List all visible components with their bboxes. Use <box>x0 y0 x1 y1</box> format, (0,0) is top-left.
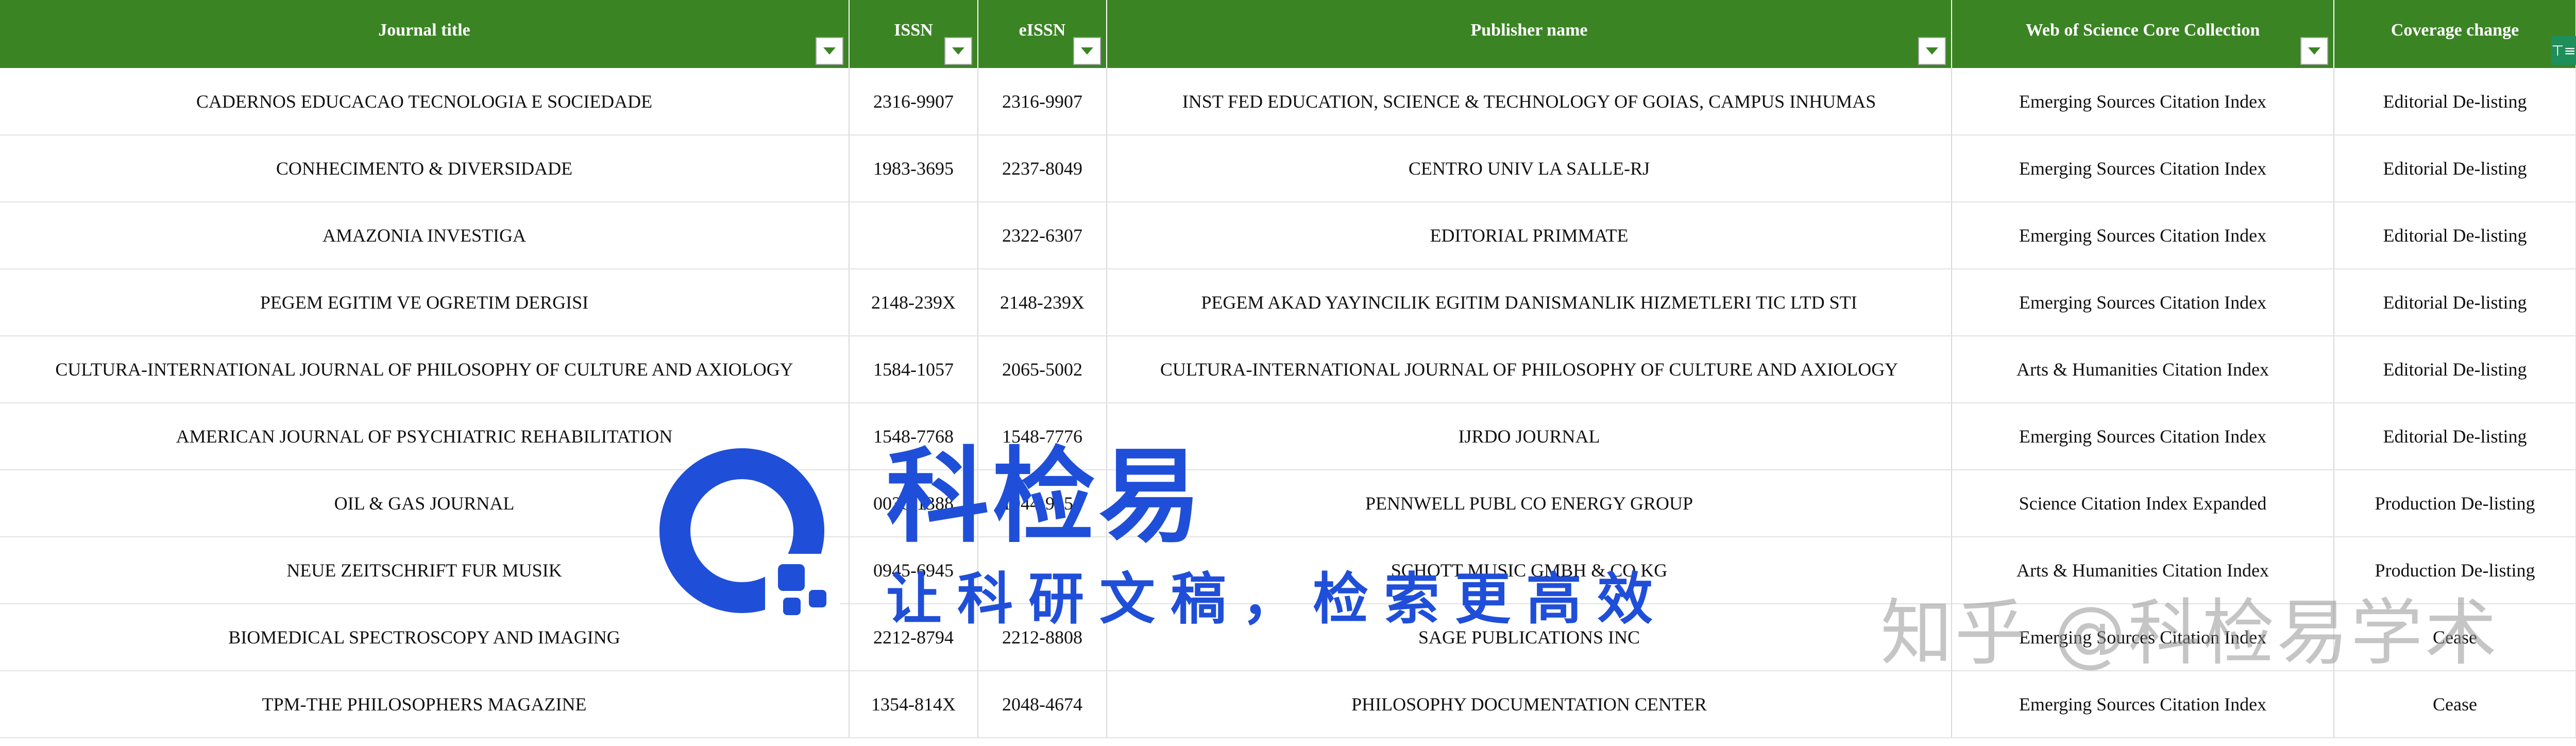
column-header-label: Publisher name <box>1470 21 1588 40</box>
cell-issn[interactable]: 1983-3695 <box>849 135 978 202</box>
cell-wos-core-collection[interactable]: Emerging Sources Citation Index <box>1952 135 2334 202</box>
cell-wos-core-collection[interactable]: Science Citation Index Expanded <box>1952 470 2334 537</box>
header-row: Journal title ISSN eISSN Publisher name Web … <box>0 0 2576 68</box>
cell-wos-core-collection[interactable]: Emerging Sources Citation Index <box>1952 269 2334 336</box>
watermark-brand: 科检易 <box>886 437 1205 557</box>
watermark-zhihu: 知乎 @科检易学术 <box>1880 591 2499 675</box>
cell-publisher-name[interactable]: PENNWELL PUBL CO ENERGY GROUP <box>1107 470 1952 537</box>
cell-journal-title[interactable]: CONHECIMENTO & DIVERSIDADE <box>0 135 850 202</box>
cell-eissn[interactable]: 2316-9907 <box>978 68 1107 135</box>
cell-issn[interactable]: 1354-814X <box>849 671 978 738</box>
cell-eissn[interactable]: 2048-4674 <box>978 671 1107 738</box>
column-header-label: Journal title <box>378 21 470 40</box>
column-header-label: ISSN <box>894 21 933 40</box>
dropdown-triangle-icon <box>952 47 964 55</box>
cell-coverage-change[interactable]: Production De-listing <box>2334 470 2576 537</box>
cell-journal-title[interactable]: CULTURA-INTERNATIONAL JOURNAL OF PHILOSO… <box>0 336 850 403</box>
cell-issn[interactable] <box>849 202 978 269</box>
cell-publisher-name[interactable]: EDITORIAL PRIMMATE <box>1107 202 1952 269</box>
cell-issn[interactable]: 1584-1057 <box>849 336 978 403</box>
column-header-wos-core-collection: Web of Science Core Collection <box>1952 0 2334 68</box>
dropdown-triangle-icon <box>2308 47 2320 55</box>
cell-publisher-name[interactable]: IJRDO JOURNAL <box>1107 403 1952 470</box>
cell-publisher-name[interactable]: PHILOSOPHY DOCUMENTATION CENTER <box>1107 671 1952 738</box>
column-header-label: eISSN <box>1019 21 1066 40</box>
cell-eissn[interactable]: 2148-239X <box>978 269 1107 336</box>
filter-dropdown-button[interactable] <box>1918 37 1946 65</box>
cell-wos-core-collection[interactable]: Arts & Humanities Citation Index <box>1952 336 2334 403</box>
cell-coverage-change[interactable]: Editorial De-listing <box>2334 403 2576 470</box>
cell-coverage-change[interactable]: Editorial De-listing <box>2334 336 2576 403</box>
keijianyi-logo-icon <box>659 448 840 629</box>
dropdown-triangle-icon <box>823 47 836 55</box>
cell-journal-title[interactable]: PEGEM EGITIM VE OGRETIM DERGISI <box>0 269 850 336</box>
filter-dropdown-button[interactable] <box>944 37 972 65</box>
watermark-slogan: 让科研文稿，检索更高效 <box>886 567 1669 632</box>
table-row: CULTURA-INTERNATIONAL JOURNAL OF PHILOSO… <box>0 336 2576 403</box>
cell-wos-core-collection[interactable]: Emerging Sources Citation Index <box>1952 68 2334 135</box>
cell-coverage-change[interactable]: Editorial De-listing <box>2334 68 2576 135</box>
cell-coverage-change[interactable]: Editorial De-listing <box>2334 135 2576 202</box>
filter-dropdown-button[interactable] <box>816 37 843 65</box>
cell-publisher-name[interactable]: CENTRO UNIV LA SALLE-RJ <box>1107 135 1952 202</box>
table-row: OIL & GAS JOURNAL 0030-1388 1944-9151 PENNW… <box>0 470 2576 537</box>
filter-dropdown-button[interactable] <box>1073 37 1101 65</box>
cell-coverage-change[interactable]: Cease <box>2334 671 2576 738</box>
cell-journal-title[interactable]: TPM-THE PHILOSOPHERS MAGAZINE <box>0 671 850 738</box>
cell-eissn[interactable]: 2065-5002 <box>978 336 1107 403</box>
cell-issn[interactable]: 2148-239X <box>849 269 978 336</box>
table-row: AMAZONIA INVESTIGA 2322-6307 EDITORIAL PRI… <box>0 202 2576 269</box>
table-row: PEGEM EGITIM VE OGRETIM DERGISI 2148-239X… <box>0 269 2576 336</box>
column-header-eissn: eISSN <box>978 0 1107 68</box>
cell-journal-title[interactable]: CADERNOS EDUCACAO TECNOLOGIA E SOCIEDADE <box>0 68 850 135</box>
table-row: CONHECIMENTO & DIVERSIDADE 1983-3695 2237-… <box>0 135 2576 202</box>
dropdown-triangle-icon <box>1081 47 1093 55</box>
filter-dropdown-button[interactable] <box>2300 37 2328 65</box>
column-header-coverage-change: Coverage change <box>2334 0 2576 68</box>
cell-eissn[interactable]: 2322-6307 <box>978 202 1107 269</box>
cell-journal-title[interactable]: AMAZONIA INVESTIGA <box>0 202 850 269</box>
cell-publisher-name[interactable]: INST FED EDUCATION, SCIENCE & TECHNOLOGY… <box>1107 68 1952 135</box>
cell-wos-core-collection[interactable]: Emerging Sources Citation Index <box>1952 403 2334 470</box>
cell-coverage-change[interactable]: Editorial De-listing <box>2334 269 2576 336</box>
table-row: CADERNOS EDUCACAO TECNOLOGIA E SOCIEDADE… <box>0 68 2576 135</box>
cell-coverage-change[interactable]: Editorial De-listing <box>2334 202 2576 269</box>
cell-issn[interactable]: 2316-9907 <box>849 68 978 135</box>
filter-active-icon[interactable]: ⊤≡ <box>2551 36 2576 65</box>
cell-wos-core-collection[interactable]: Emerging Sources Citation Index <box>1952 202 2334 269</box>
dropdown-triangle-icon <box>1926 47 1938 55</box>
table-row: AMERICAN JOURNAL OF PSYCHIATRIC REHABILI… <box>0 403 2576 470</box>
table-row: TPM-THE PHILOSOPHERS MAGAZINE 1354-814X 20… <box>0 671 2576 738</box>
column-header-issn: ISSN <box>849 0 978 68</box>
cell-publisher-name[interactable]: PEGEM AKAD YAYINCILIK EGITIM DANISMANLIK… <box>1107 269 1952 336</box>
column-header-publisher-name: Publisher name <box>1107 0 1952 68</box>
column-header-label: Coverage change <box>2391 21 2519 40</box>
column-header-label: Web of Science Core Collection <box>2025 21 2260 40</box>
cell-eissn[interactable]: 2237-8049 <box>978 135 1107 202</box>
column-header-journal-title: Journal title <box>0 0 850 68</box>
cell-wos-core-collection[interactable]: Emerging Sources Citation Index <box>1952 671 2334 738</box>
cell-publisher-name[interactable]: CULTURA-INTERNATIONAL JOURNAL OF PHILOSO… <box>1107 336 1952 403</box>
